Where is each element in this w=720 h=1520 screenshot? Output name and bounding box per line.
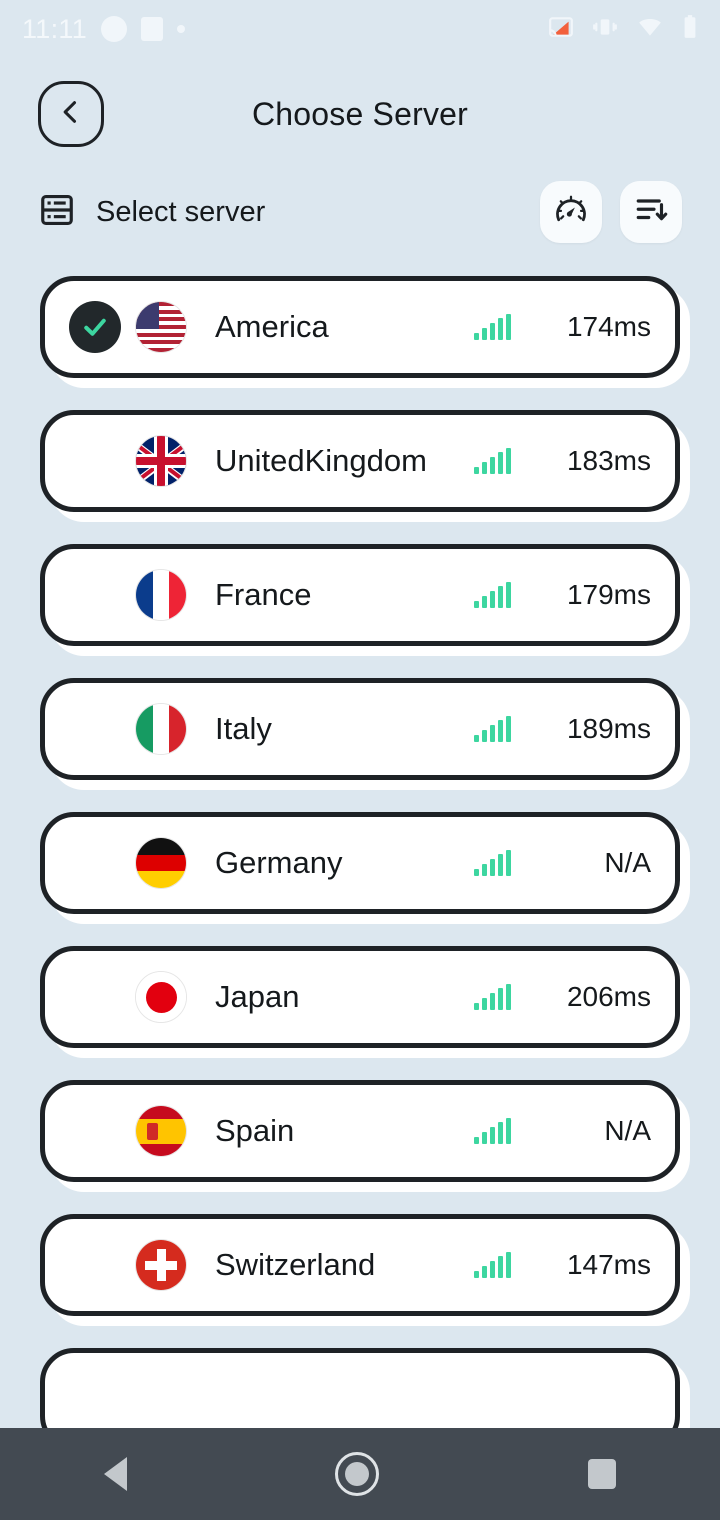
server-name: Spain bbox=[215, 1113, 295, 1148]
server-card-france[interactable]: France 179ms bbox=[40, 544, 680, 646]
list-item[interactable]: Japan 206ms bbox=[40, 946, 690, 1058]
subheader-actions bbox=[540, 181, 682, 243]
android-nav-bar bbox=[0, 1428, 720, 1520]
list-item[interactable]: UnitedKingdom 183ms bbox=[40, 410, 690, 522]
signal-bars-icon bbox=[474, 582, 511, 608]
ping-value: 147ms bbox=[566, 1249, 651, 1280]
server-card-germany[interactable]: Germany N/A bbox=[40, 812, 680, 914]
signal-bars-icon bbox=[474, 448, 511, 474]
ping-value: N/A bbox=[604, 847, 651, 878]
list-item[interactable]: France 179ms bbox=[40, 544, 690, 656]
server-metrics: N/A bbox=[474, 847, 651, 879]
flag-icon-uk bbox=[135, 435, 187, 487]
flag-icon-es bbox=[135, 1105, 187, 1157]
nav-back-icon[interactable] bbox=[104, 1457, 128, 1491]
signal-bars-icon bbox=[474, 850, 511, 876]
ping-value: 206ms bbox=[566, 981, 651, 1012]
page-title: Choose Server bbox=[251, 95, 469, 132]
selected-check-icon bbox=[69, 301, 121, 353]
chevron-left-icon bbox=[57, 98, 85, 131]
server-name: Germany bbox=[215, 845, 343, 880]
app-screen: 11:11 Choose Server Select server Americ… bbox=[0, 0, 720, 1520]
signal-bars-icon bbox=[474, 984, 511, 1010]
server-name: Japan bbox=[215, 979, 300, 1014]
flag-icon-us bbox=[135, 301, 187, 353]
server-card-italy[interactable]: Italy 189ms bbox=[40, 678, 680, 780]
ping-value: 174ms bbox=[566, 311, 651, 342]
wifi-icon bbox=[636, 14, 664, 45]
cast-icon bbox=[548, 14, 574, 45]
server-name: America bbox=[215, 309, 329, 344]
ping-test-button[interactable] bbox=[540, 181, 602, 243]
notification-circle-icon bbox=[101, 16, 128, 42]
notification-square-icon bbox=[141, 17, 164, 41]
flag-icon-jp bbox=[135, 971, 187, 1023]
list-item[interactable]: Italy 189ms bbox=[40, 678, 690, 790]
nav-recents-icon[interactable] bbox=[587, 1459, 616, 1489]
server-name: Italy bbox=[215, 711, 272, 746]
signal-bars-icon bbox=[474, 1118, 511, 1144]
subheader-bar: Select server bbox=[0, 170, 720, 254]
ping-value: 183ms bbox=[566, 445, 651, 476]
back-button[interactable] bbox=[38, 81, 104, 147]
server-metrics: 174ms bbox=[474, 311, 651, 343]
flag-icon-it bbox=[135, 703, 187, 755]
server-metrics: 147ms bbox=[474, 1249, 651, 1281]
server-metrics: N/A bbox=[474, 1115, 651, 1147]
status-bar-right bbox=[548, 14, 698, 45]
vibrate-icon bbox=[592, 14, 618, 45]
server-card-unitedkingdom[interactable]: UnitedKingdom 183ms bbox=[40, 410, 680, 512]
flag-icon-de bbox=[135, 837, 187, 889]
ping-value: 179ms bbox=[566, 579, 651, 610]
status-bar-left: 11:11 bbox=[22, 13, 186, 45]
sort-button[interactable] bbox=[620, 181, 682, 243]
signal-bars-icon bbox=[474, 716, 511, 742]
status-bar: 11:11 bbox=[0, 0, 720, 58]
server-rack-icon bbox=[38, 191, 76, 234]
server-card-japan[interactable]: Japan 206ms bbox=[40, 946, 680, 1048]
signal-bars-icon bbox=[474, 314, 511, 340]
list-item[interactable]: Germany N/A bbox=[40, 812, 690, 924]
flag-icon-ch bbox=[135, 1239, 187, 1291]
nav-home-icon[interactable] bbox=[335, 1452, 380, 1496]
status-bar-clock: 11:11 bbox=[22, 13, 88, 44]
list-item[interactable]: Spain N/A bbox=[40, 1080, 690, 1192]
ping-value: 189ms bbox=[566, 713, 651, 744]
signal-bars-icon bbox=[474, 1252, 511, 1278]
server-card-spain[interactable]: Spain N/A bbox=[40, 1080, 680, 1182]
speedometer-icon bbox=[553, 192, 589, 233]
list-item[interactable]: Switzerland 147ms bbox=[40, 1214, 690, 1326]
battery-icon bbox=[682, 14, 698, 45]
server-card-america[interactable]: America 174ms bbox=[40, 276, 680, 378]
notification-dot-icon bbox=[177, 25, 186, 33]
server-metrics: 189ms bbox=[474, 713, 651, 745]
ping-value: N/A bbox=[604, 1115, 651, 1146]
server-metrics: 179ms bbox=[474, 579, 651, 611]
server-name: UnitedKingdom bbox=[215, 443, 427, 478]
server-metrics: 183ms bbox=[474, 445, 651, 477]
page-header: Choose Server bbox=[0, 58, 720, 170]
flag-icon-fr bbox=[135, 569, 187, 621]
server-list[interactable]: America 174ms UnitedKingdom 183ms France… bbox=[0, 254, 720, 1460]
server-name: Switzerland bbox=[215, 1247, 376, 1282]
server-name: France bbox=[215, 577, 312, 612]
list-item[interactable]: America 174ms bbox=[40, 276, 690, 388]
subheader-label: Select server bbox=[96, 195, 266, 228]
server-card-switzerland[interactable]: Switzerland 147ms bbox=[40, 1214, 680, 1316]
sort-descending-icon bbox=[633, 192, 669, 233]
server-metrics: 206ms bbox=[474, 981, 651, 1013]
